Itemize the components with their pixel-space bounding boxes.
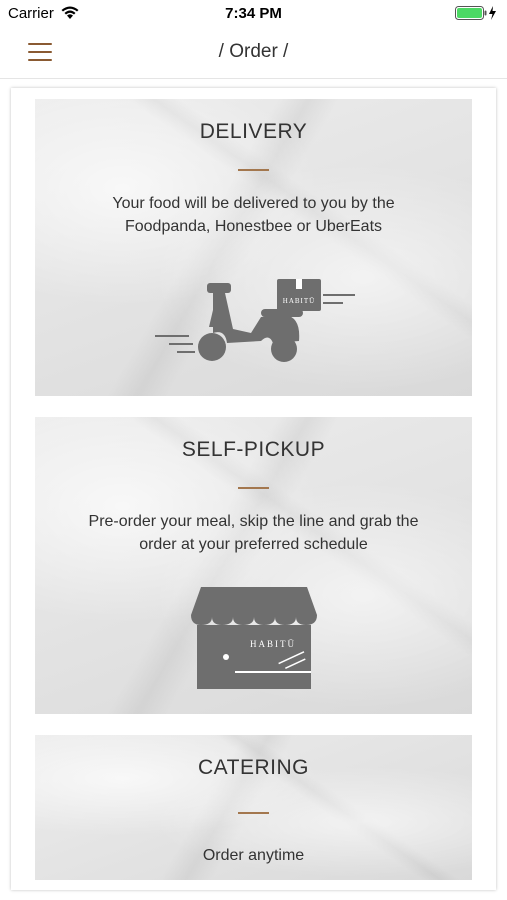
battery-icon [455, 5, 499, 25]
order-options-container: DELIVERY Your food will be delivered to … [11, 88, 496, 890]
delivery-description: Your food will be delivered to you by th… [112, 195, 395, 235]
delivery-divider [238, 169, 269, 171]
catering-title: CATERING [198, 756, 309, 779]
status-bar: Carrier 7:34 PM [0, 0, 507, 28]
status-time: 7:34 PM [225, 5, 282, 22]
page-title: / Order / [218, 41, 289, 62]
nav-bar: / Order / [0, 28, 507, 79]
delivery-title: DELIVERY [199, 120, 308, 143]
catering-description: Order anytime [202, 847, 305, 864]
scooter-icon: HABITŪ [153, 271, 358, 372]
catering-divider [238, 812, 269, 814]
self-pickup-card[interactable]: SELF-PICKUP Pre-order your meal, skip th… [35, 417, 472, 714]
store-icon: HABITŪ [189, 585, 319, 696]
self-pickup-divider [238, 487, 269, 489]
store-sign-label: HABITŪ [250, 639, 296, 649]
scooter-box-label: HABITŪ [283, 297, 315, 305]
delivery-card[interactable]: DELIVERY Your food will be delivered to … [35, 99, 472, 396]
self-pickup-description: Pre-order your meal, skip the line and g… [88, 513, 419, 553]
self-pickup-title: SELF-PICKUP [181, 438, 326, 461]
catering-card[interactable]: CATERING Order anytime [35, 735, 472, 880]
